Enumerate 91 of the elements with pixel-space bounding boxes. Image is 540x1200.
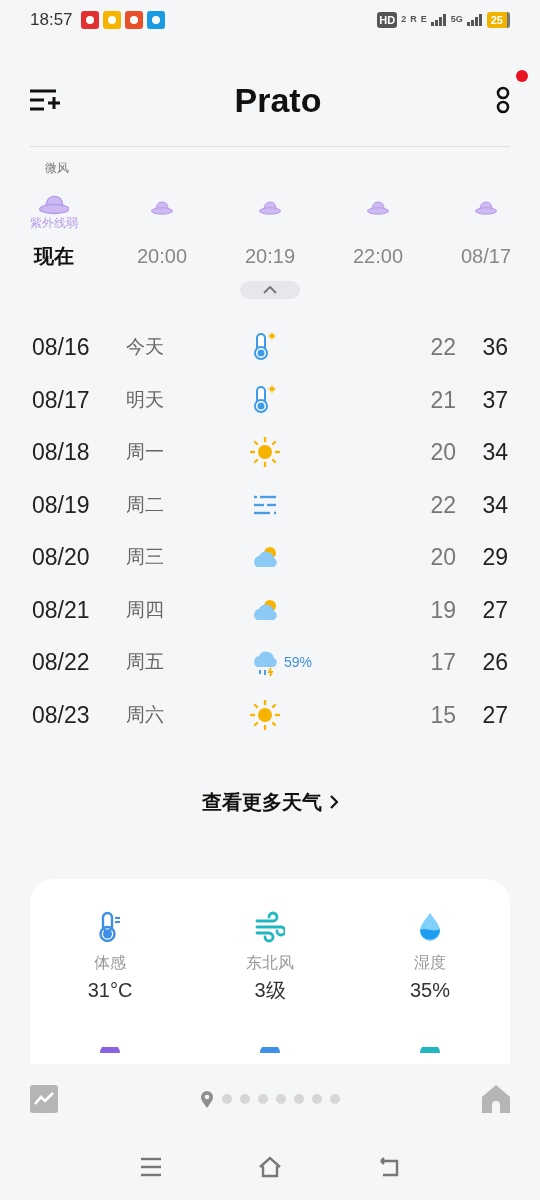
hd-badge: HD bbox=[377, 11, 398, 29]
humidity-value: 35% bbox=[409, 978, 450, 1003]
forecast-date: 08/20 bbox=[32, 543, 91, 572]
chevron-right-icon bbox=[330, 795, 338, 809]
collapse-handle[interactable] bbox=[240, 281, 300, 299]
hour-tab[interactable]: 现在 bbox=[34, 241, 74, 271]
page-dot[interactable] bbox=[258, 1094, 268, 1104]
high-temperature: 27 bbox=[481, 700, 508, 730]
high-temperature: 27 bbox=[481, 595, 508, 625]
hat-icon bbox=[259, 201, 281, 215]
network-label: R bbox=[410, 13, 417, 27]
hour-tab[interactable]: 20:19 bbox=[244, 241, 296, 271]
location-pin-icon[interactable] bbox=[200, 1090, 214, 1108]
battery-indicator: 25 bbox=[486, 11, 510, 29]
trend-button[interactable] bbox=[30, 1085, 58, 1113]
forecast-day: 周五 bbox=[126, 648, 222, 677]
trend-chart-icon bbox=[30, 1085, 58, 1113]
city-title: Prato bbox=[234, 79, 322, 121]
feels-label: 体感 bbox=[94, 953, 126, 973]
low-temperature: 20 bbox=[429, 438, 456, 467]
wind-label: 东北风 bbox=[245, 953, 294, 973]
wind-label: 微风 bbox=[45, 161, 69, 175]
add-city-menu-button[interactable] bbox=[30, 87, 60, 113]
high-temperature: 34 bbox=[481, 490, 508, 520]
low-temperature: 21 bbox=[429, 385, 456, 415]
home-icon bbox=[258, 1154, 282, 1179]
uv-label: 紫外线弱 bbox=[30, 216, 78, 230]
app-notification-icon bbox=[80, 11, 99, 29]
back-button[interactable] bbox=[377, 1154, 401, 1179]
forecast-date: 08/16 bbox=[32, 333, 91, 362]
humidity-label: 湿度 bbox=[413, 953, 446, 973]
high-temperature: 34 bbox=[481, 438, 508, 467]
page-dot[interactable] bbox=[312, 1094, 322, 1104]
hour-tab[interactable]: 20:00 bbox=[136, 241, 188, 271]
forecast-day: 周三 bbox=[126, 543, 222, 572]
app-notification-icon bbox=[102, 11, 121, 29]
feels-value: 31°C bbox=[87, 978, 133, 1003]
app-notification-icon bbox=[146, 11, 165, 29]
hat-icon bbox=[367, 201, 389, 215]
network-label: E bbox=[420, 13, 427, 27]
home-nav-button[interactable] bbox=[258, 1154, 282, 1179]
low-temperature: 17 bbox=[429, 648, 456, 677]
forecast-date: 08/17 bbox=[32, 385, 91, 415]
home-button[interactable] bbox=[482, 1085, 510, 1113]
low-temperature: 20 bbox=[429, 543, 456, 572]
hour-tab[interactable]: 22:00 bbox=[352, 241, 404, 271]
forecast-date: 08/19 bbox=[32, 490, 91, 520]
page-dot[interactable] bbox=[240, 1094, 250, 1104]
menu-add-icon bbox=[30, 88, 60, 113]
high-temperature: 37 bbox=[481, 385, 508, 415]
page-dot[interactable] bbox=[330, 1094, 340, 1104]
low-temperature: 15 bbox=[429, 700, 456, 730]
forecast-day: 周二 bbox=[126, 490, 222, 519]
network-label: 2 bbox=[401, 13, 407, 27]
more-icon bbox=[496, 86, 510, 114]
sun-icon bbox=[250, 699, 280, 730]
high-temperature: 26 bbox=[481, 648, 508, 677]
forecast-day: 周四 bbox=[126, 595, 222, 624]
low-temperature: 22 bbox=[429, 490, 456, 520]
hour-tab[interactable]: 08/17 bbox=[460, 241, 512, 271]
forecast-day: 明天 bbox=[126, 385, 222, 414]
high-temperature: 29 bbox=[481, 543, 508, 572]
wind-value: 3级 bbox=[254, 978, 286, 1003]
signal-icon bbox=[430, 14, 447, 26]
high-temperature: 36 bbox=[481, 333, 508, 362]
hat-icon bbox=[151, 201, 173, 215]
forecast-date: 08/21 bbox=[32, 595, 91, 625]
chevron-up-icon bbox=[263, 286, 277, 294]
app-notification-icon bbox=[124, 11, 143, 29]
back-icon bbox=[377, 1154, 401, 1179]
signal-icon bbox=[466, 14, 483, 26]
clock: 18:57 bbox=[30, 9, 73, 32]
page-dot[interactable] bbox=[276, 1094, 286, 1104]
page-dot[interactable] bbox=[294, 1094, 304, 1104]
forecast-day: 周六 bbox=[126, 700, 222, 729]
forecast-day: 今天 bbox=[126, 333, 222, 362]
house-icon bbox=[482, 1085, 510, 1113]
low-temperature: 19 bbox=[429, 595, 456, 625]
forecast-date: 08/23 bbox=[32, 700, 91, 730]
precipitation-chance: 59% bbox=[284, 652, 313, 672]
wind-icon bbox=[254, 911, 285, 943]
network-label: 5G bbox=[450, 13, 463, 27]
hat-icon bbox=[38, 195, 70, 215]
page-dot[interactable] bbox=[222, 1094, 232, 1104]
hat-icon bbox=[475, 201, 497, 215]
low-temperature: 22 bbox=[429, 333, 456, 362]
forecast-day: 周一 bbox=[126, 438, 222, 467]
sun-icon bbox=[250, 437, 280, 468]
forecast-date: 08/22 bbox=[32, 648, 91, 677]
more-weather-link[interactable]: 查看更多天气 bbox=[196, 786, 344, 818]
forecast-date: 08/18 bbox=[32, 438, 91, 467]
